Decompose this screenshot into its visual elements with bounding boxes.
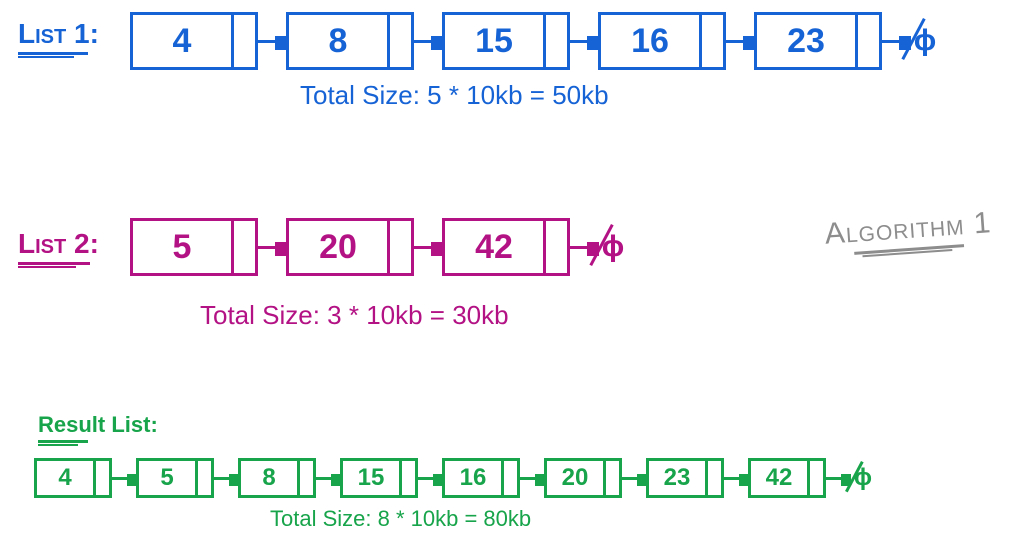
arrow-icon [258,40,286,43]
list1-node-1-value: 8 [289,15,387,67]
arrow-icon [258,246,286,249]
algorithm-title: Algorithm 1 [824,206,993,260]
list2-label-underline [18,262,90,265]
list1-node-4-value: 23 [757,15,855,67]
arrow-icon [418,477,442,480]
result-node-6: 23 [646,458,724,498]
list1-node-2-value: 15 [445,15,543,67]
result-node-0-value: 4 [37,461,93,495]
arrow-icon [622,477,646,480]
result-node-4-value: 16 [445,461,501,495]
list1: 4 8 15 16 23 ϕ [130,12,940,70]
result-node-6-ptr [705,461,721,495]
diagram-canvas: List 1: 4 8 15 16 23 ϕ Total Size: 5 * 1… [0,0,1024,543]
result-node-7: 42 [748,458,826,498]
list1-label: List 1: [18,18,99,58]
list2-node-0-value: 5 [133,221,231,273]
list2-label-underline2 [18,266,76,268]
list1-label-text: List 1: [18,18,99,50]
arrow-icon [316,477,340,480]
list2-node-2: 42 [442,218,570,276]
result-node-3-ptr [399,461,415,495]
arrow-icon [724,477,748,480]
list1-node-0-value: 4 [133,15,231,67]
list1-node-2-ptr [543,15,567,67]
list2-node-2-ptr [543,221,567,273]
list1-node-4-ptr [855,15,879,67]
list1-null: ϕ [910,12,940,70]
list2-label: List 2: [18,228,99,268]
result-label-text: Result List: [38,412,158,438]
list1-node-3: 16 [598,12,726,70]
list2: 5 20 42 ϕ [130,218,628,276]
result-node-1-value: 5 [139,461,195,495]
result-label: Result List: [38,412,158,446]
list1-label-underline2 [18,56,74,58]
result-null: ϕ [850,458,876,498]
result-node-0-ptr [93,461,109,495]
list2-node-0: 5 [130,218,258,276]
list1-node-0-ptr [231,15,255,67]
result-node-5: 20 [544,458,622,498]
result-node-0: 4 [34,458,112,498]
list1-node-0: 4 [130,12,258,70]
arrow-icon [882,40,910,43]
result-list: 4 5 8 15 16 20 23 42 ϕ [34,458,876,498]
algorithm-title-text: Algorithm 1 [824,206,993,252]
arrow-icon [826,477,850,480]
list2-node-0-ptr [231,221,255,273]
result-node-4-ptr [501,461,517,495]
result-node-4: 16 [442,458,520,498]
list1-node-2: 15 [442,12,570,70]
list2-node-1: 20 [286,218,414,276]
arrow-icon [414,40,442,43]
arrow-icon [414,246,442,249]
result-node-7-ptr [807,461,823,495]
list2-label-text: List 2: [18,228,99,260]
result-node-2-value: 8 [241,461,297,495]
list2-caption: Total Size: 3 * 10kb = 30kb [200,300,509,331]
list1-label-underline [18,52,88,55]
result-node-2-ptr [297,461,313,495]
result-node-3: 15 [340,458,418,498]
list1-node-3-value: 16 [601,15,699,67]
result-node-1: 5 [136,458,214,498]
result-node-2: 8 [238,458,316,498]
result-node-1-ptr [195,461,211,495]
list2-null: ϕ [598,218,628,276]
list1-node-1-ptr [387,15,411,67]
result-node-5-value: 20 [547,461,603,495]
arrow-icon [570,40,598,43]
list1-node-3-ptr [699,15,723,67]
arrow-icon [570,246,598,249]
result-label-underline2 [38,444,78,446]
list2-node-2-value: 42 [445,221,543,273]
result-node-5-ptr [603,461,619,495]
result-node-3-value: 15 [343,461,399,495]
list1-node-1: 8 [286,12,414,70]
result-label-underline [38,440,88,443]
arrow-icon [726,40,754,43]
list1-caption: Total Size: 5 * 10kb = 50kb [300,80,609,111]
list2-node-1-value: 20 [289,221,387,273]
list2-node-1-ptr [387,221,411,273]
arrow-icon [214,477,238,480]
arrow-icon [112,477,136,480]
result-caption: Total Size: 8 * 10kb = 80kb [270,506,531,532]
result-node-6-value: 23 [649,461,705,495]
list1-node-4: 23 [754,12,882,70]
result-node-7-value: 42 [751,461,807,495]
arrow-icon [520,477,544,480]
